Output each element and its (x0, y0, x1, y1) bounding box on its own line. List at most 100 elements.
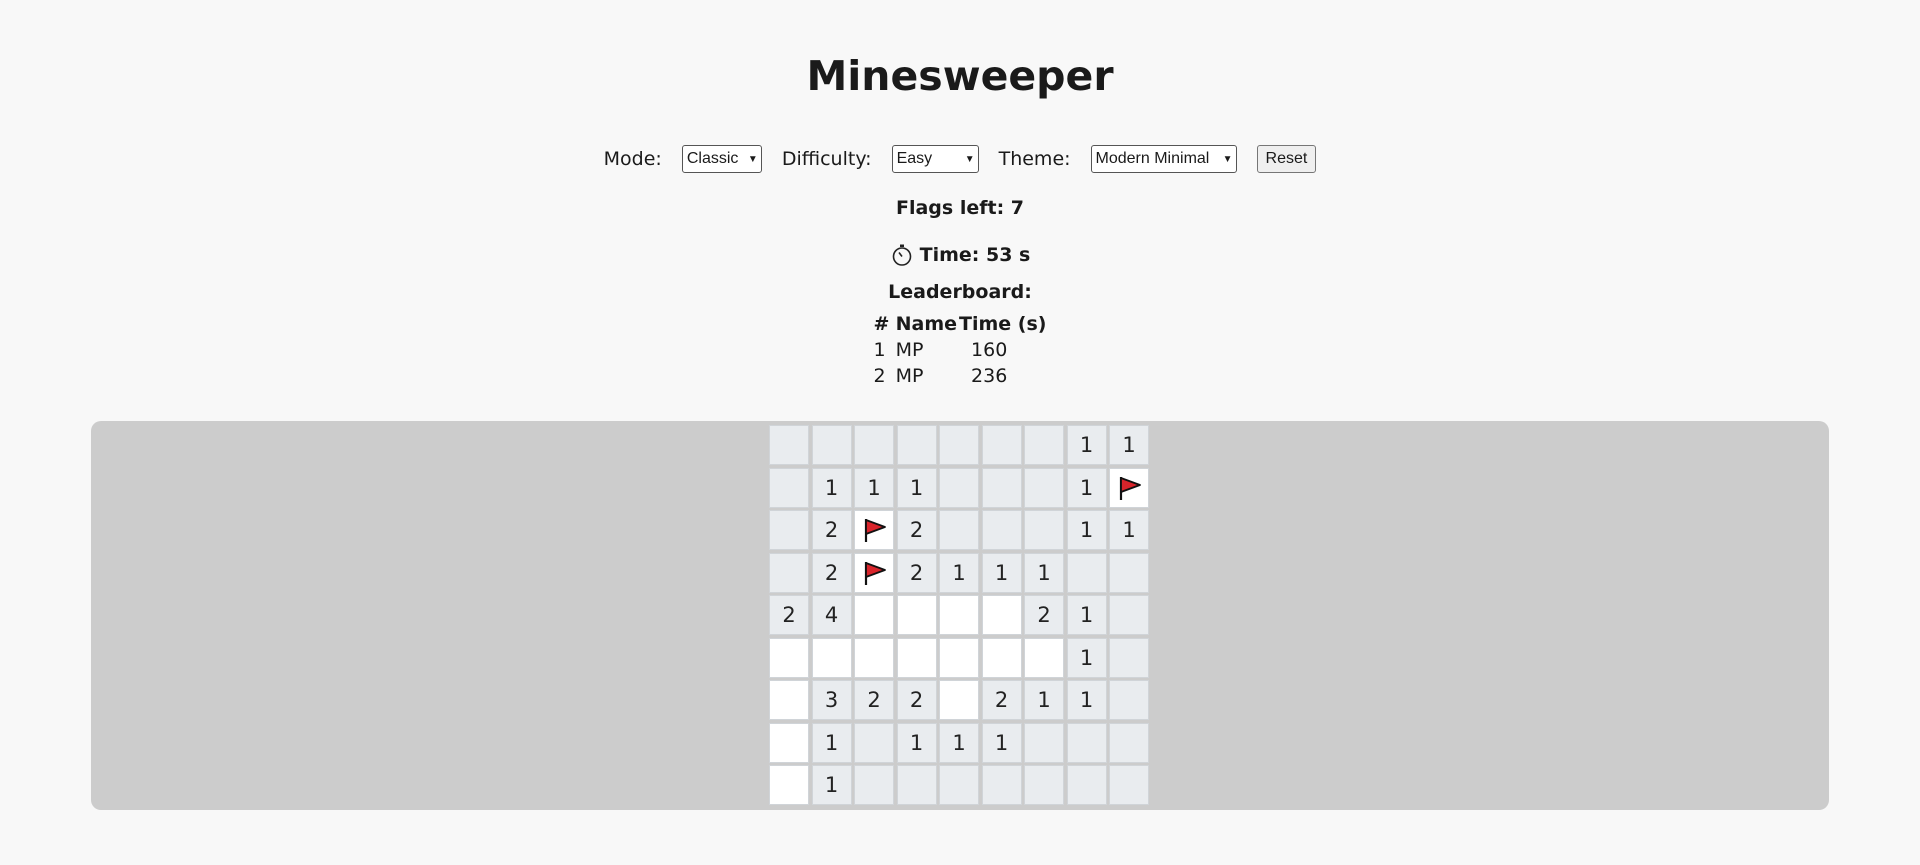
leaderboard-header-name: Name (895, 313, 958, 335)
cell-number[interactable]: 1 (981, 722, 1022, 763)
cell-revealed[interactable] (769, 722, 809, 763)
chevron-down-icon: ▼ (747, 153, 758, 165)
cell-hidden[interactable] (1109, 680, 1149, 720)
cell-number[interactable]: 2 (854, 680, 894, 720)
cell-number[interactable]: 2 (811, 510, 852, 550)
mode-select[interactable]: Classic ▼ (681, 145, 762, 173)
cell-hidden[interactable] (769, 425, 809, 465)
chevron-down-icon: ▼ (1222, 153, 1233, 165)
cell-hidden[interactable] (939, 765, 979, 805)
cell-number[interactable]: 1 (811, 722, 852, 763)
cell-hidden[interactable] (1066, 722, 1107, 763)
cell-hidden[interactable] (981, 765, 1022, 805)
cell-number[interactable]: 1 (1066, 595, 1107, 635)
cell-hidden[interactable] (1109, 552, 1149, 593)
cell-number-value: 1 (994, 560, 1009, 585)
cell-hidden[interactable] (981, 425, 1022, 465)
cell-hidden[interactable] (769, 467, 809, 508)
cell-number[interactable]: 1 (854, 467, 894, 508)
cell-number-value: 2 (994, 688, 1009, 712)
cell-flagged[interactable] (854, 510, 894, 550)
cell-revealed[interactable] (1024, 637, 1064, 678)
cell-number[interactable]: 2 (811, 552, 852, 593)
theme-label: Theme: (998, 148, 1071, 170)
cell-hidden[interactable] (1024, 425, 1064, 465)
cell-hidden[interactable] (939, 425, 979, 465)
leaderboard-title: Leaderboard: (888, 281, 1032, 303)
cell-hidden[interactable] (1109, 595, 1149, 635)
cell-hidden[interactable] (1024, 467, 1064, 508)
cell-number[interactable]: 1 (811, 765, 852, 805)
cell-flagged[interactable] (854, 552, 894, 593)
cell-number-value: 2 (867, 688, 881, 712)
cell-number[interactable]: 1 (1024, 552, 1064, 593)
cell-revealed[interactable] (811, 637, 852, 678)
cell-number[interactable]: 1 (939, 722, 979, 763)
cell-revealed[interactable] (981, 637, 1022, 678)
cell-hidden[interactable] (1024, 765, 1064, 805)
cell-hidden[interactable] (769, 510, 809, 550)
cell-number[interactable]: 1 (1066, 510, 1107, 550)
cell-number[interactable]: 1 (1109, 510, 1149, 550)
cell-hidden[interactable] (1109, 765, 1149, 805)
leaderboard-header-time: Time (s) (959, 313, 1047, 335)
leaderboard-header-rank: # (873, 313, 890, 335)
cell-revealed[interactable] (769, 680, 809, 720)
cell-hidden[interactable] (854, 722, 894, 763)
cell-number[interactable]: 1 (1066, 467, 1107, 508)
cell-number[interactable]: 2 (896, 680, 937, 720)
cell-revealed[interactable] (981, 595, 1022, 635)
cell-number[interactable]: 1 (1066, 680, 1107, 720)
cell-hidden[interactable] (854, 765, 894, 805)
cell-revealed[interactable] (939, 595, 979, 635)
cell-hidden[interactable] (811, 425, 852, 465)
cell-number[interactable]: 1 (939, 552, 979, 593)
cell-number[interactable]: 1 (811, 467, 852, 508)
theme-select[interactable]: Modern Minimal ▼ (1090, 145, 1237, 173)
cell-number[interactable]: 2 (769, 595, 809, 635)
cell-revealed[interactable] (939, 680, 979, 720)
difficulty-select[interactable]: Easy ▼ (891, 145, 979, 173)
cell-revealed[interactable] (854, 595, 894, 635)
cell-revealed[interactable] (896, 637, 937, 678)
cell-number[interactable]: 2 (1024, 595, 1064, 635)
cell-number-value: 1 (952, 730, 966, 755)
cell-revealed[interactable] (854, 637, 894, 678)
cell-number[interactable]: 2 (981, 680, 1022, 720)
cell-number[interactable]: 1 (1066, 425, 1107, 465)
cell-revealed[interactable] (896, 595, 937, 635)
cell-number[interactable]: 1 (1024, 680, 1064, 720)
cell-number[interactable]: 4 (811, 595, 852, 635)
cell-flagged[interactable] (1109, 467, 1149, 508)
cell-hidden[interactable] (896, 425, 937, 465)
cell-hidden[interactable] (981, 467, 1022, 508)
timer: Time: 53 s (0, 243, 1920, 267)
cell-number[interactable]: 1 (1066, 637, 1107, 678)
flags-left: Flags left: 7 (895, 197, 1025, 219)
cell-revealed[interactable] (769, 765, 809, 805)
cell-hidden[interactable] (1109, 637, 1149, 678)
flag-icon (1114, 473, 1144, 503)
reset-button[interactable]: Reset (1256, 145, 1317, 173)
cell-hidden[interactable] (769, 552, 809, 593)
cell-number[interactable]: 1 (896, 722, 937, 763)
cell-hidden[interactable] (939, 467, 979, 508)
cell-hidden[interactable] (1066, 765, 1107, 805)
cell-revealed[interactable] (769, 637, 809, 678)
cell-number[interactable]: 2 (896, 552, 937, 593)
cell-hidden[interactable] (1109, 722, 1149, 763)
cell-hidden[interactable] (854, 425, 894, 465)
cell-number-value: 1 (1037, 688, 1051, 712)
cell-number[interactable]: 3 (811, 680, 852, 720)
cell-hidden[interactable] (1066, 552, 1107, 593)
cell-hidden[interactable] (939, 510, 979, 550)
cell-number[interactable]: 2 (896, 510, 937, 550)
cell-number[interactable]: 1 (981, 552, 1022, 593)
cell-hidden[interactable] (1024, 722, 1064, 763)
cell-number[interactable]: 1 (896, 467, 937, 508)
cell-hidden[interactable] (896, 765, 937, 805)
cell-hidden[interactable] (1024, 510, 1064, 550)
cell-hidden[interactable] (981, 510, 1022, 550)
cell-revealed[interactable] (939, 637, 979, 678)
cell-number[interactable]: 1 (1109, 425, 1149, 465)
